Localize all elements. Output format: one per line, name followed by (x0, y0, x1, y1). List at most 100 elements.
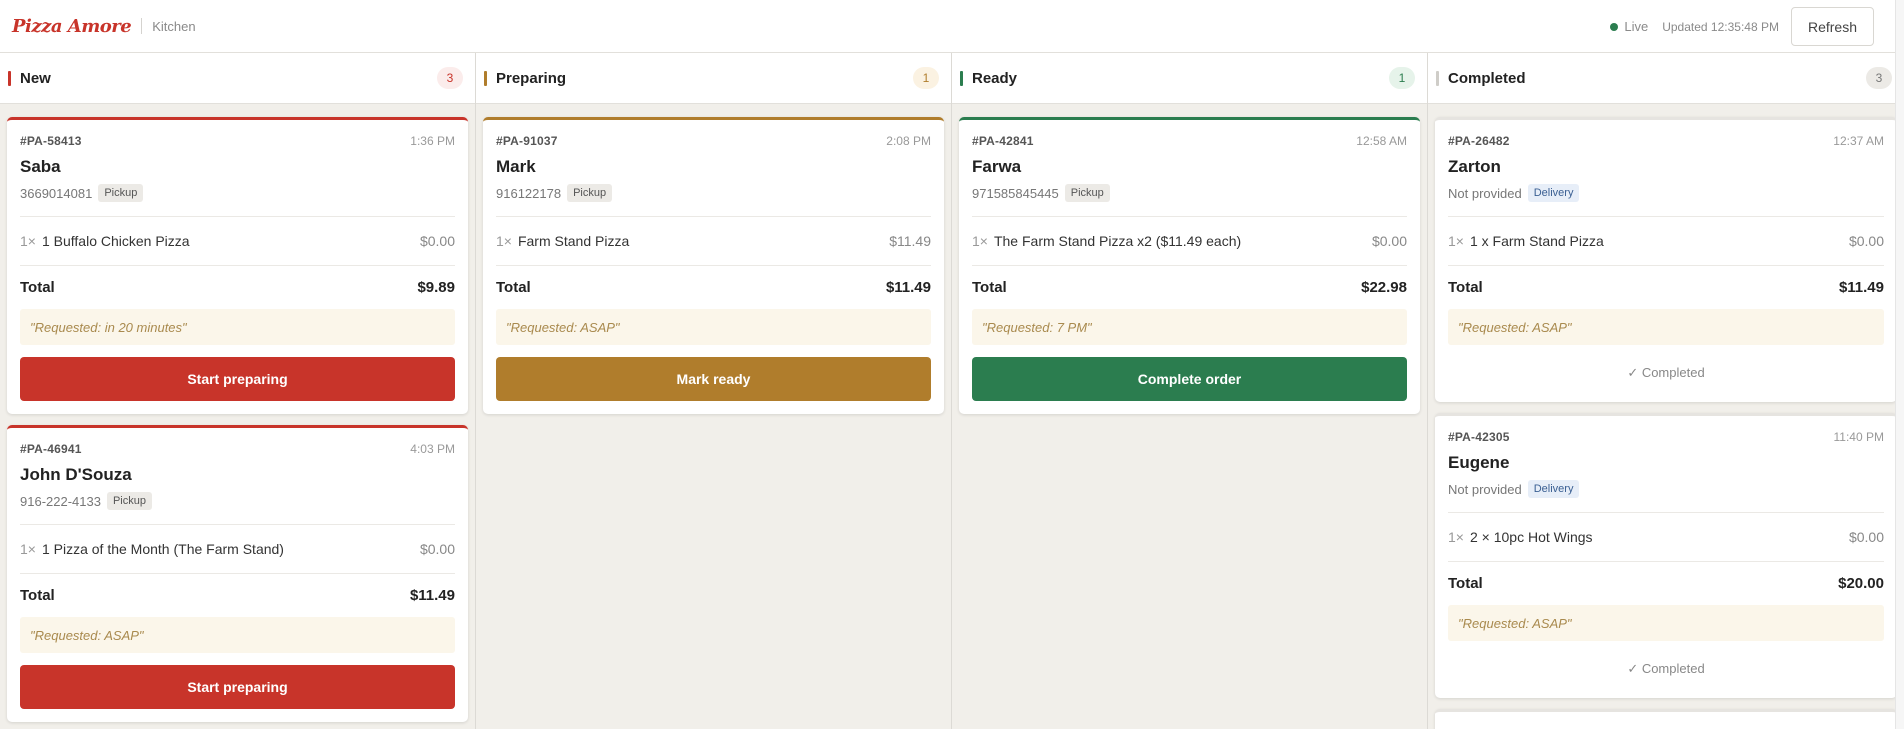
total-amount: $22.98 (1361, 279, 1407, 296)
column-count-badge: 1 (1389, 67, 1415, 89)
item-name: The Farm Stand Pizza x2 ($11.49 each) (993, 233, 1242, 249)
order-card: #PA-42841 12:58 AM Farwa 971585845445 Pi… (959, 117, 1420, 414)
order-id: #PA-42841 (972, 134, 1034, 148)
total-amount: $11.49 (885, 279, 931, 296)
order-item: 1× 1 Buffalo Chicken Pizza $0.00 (20, 217, 455, 266)
order-time: 12:37 AM (1833, 134, 1884, 148)
column-ready: Ready 1 #PA-42841 12:58 AM Farwa 9715858… (952, 53, 1428, 729)
order-type-badge: Pickup (567, 184, 613, 202)
customer-phone: Not provided (1448, 481, 1522, 497)
column-count-badge: 3 (437, 67, 463, 89)
total-amount: $11.49 (409, 587, 455, 604)
item-price: $0.00 (1371, 233, 1407, 249)
live-indicator-icon (1610, 22, 1619, 31)
column-color-bar (8, 70, 11, 86)
order-time: 2:08 PM (886, 134, 931, 148)
order-item: 1× The Farm Stand Pizza x2 ($11.49 each) … (972, 217, 1407, 266)
order-board: New 3 #PA-58413 1:36 PM Saba 3669014081 … (0, 53, 1904, 729)
order-card: #PA-46941 4:03 PM John D'Souza 916-222-4… (7, 425, 468, 722)
customer-phone: Not provided (1448, 185, 1522, 201)
total-label: Total (972, 279, 1007, 296)
order-type-badge: Pickup (98, 184, 144, 202)
order-note: "Requested: ASAP" (496, 309, 931, 345)
order-time: 1:36 PM (410, 134, 455, 148)
item-quantity: 1× (20, 233, 36, 249)
column-completed: Completed 3 #PA-26482 12:37 AM Zarton No… (1428, 53, 1904, 729)
column-title: Ready (972, 69, 1018, 87)
item-quantity: 1× (1448, 233, 1464, 249)
order-total: Total $11.49 (1448, 266, 1884, 309)
column-count-badge: 1 (913, 67, 939, 89)
order-note: "Requested: ASAP" (1448, 605, 1884, 641)
column-title: Preparing (496, 69, 567, 87)
order-card (1435, 709, 1897, 729)
top-bar: Pizza Amore Kitchen Live Updated 12:35:4… (0, 0, 1904, 53)
column-count-badge: 3 (1866, 67, 1892, 89)
complete-order-button[interactable]: Complete order (972, 357, 1407, 401)
column-header: Preparing 1 (476, 53, 951, 104)
order-total: Total $11.49 (496, 266, 931, 309)
completed-status: ✓ Completed (1627, 661, 1705, 676)
total-label: Total (496, 279, 531, 296)
page-scrollbar[interactable] (1895, 0, 1904, 729)
total-label: Total (20, 587, 55, 604)
customer-name: Farwa (972, 157, 1022, 176)
order-card: #PA-91037 2:08 PM Mark 916122178 Pickup … (483, 117, 944, 414)
order-note: "Requested: 7 PM" (972, 309, 1407, 345)
total-label: Total (20, 279, 55, 296)
order-type-badge: Delivery (1527, 480, 1580, 498)
column-header: Ready 1 (952, 53, 1427, 104)
item-quantity: 1× (496, 233, 512, 249)
customer-name: Saba (20, 157, 61, 176)
total-label: Total (1448, 279, 1483, 296)
order-time: 11:40 PM (1833, 430, 1884, 444)
refresh-button[interactable]: Refresh (1790, 7, 1874, 46)
order-id: #PA-91037 (496, 134, 558, 148)
item-price: $11.49 (889, 233, 931, 249)
customer-phone: 916122178 (496, 185, 562, 201)
order-total: Total $9.89 (20, 266, 455, 309)
column-header: New 3 (0, 53, 475, 104)
order-type-badge: Delivery (1527, 184, 1580, 202)
total-label: Total (1448, 575, 1483, 592)
order-time: 4:03 PM (410, 442, 455, 456)
customer-phone: 971585845445 (972, 185, 1059, 201)
completed-status: ✓ Completed (1627, 365, 1705, 380)
order-note: "Requested: ASAP" (1448, 309, 1884, 345)
item-name: 2 × 10pc Hot Wings (1469, 529, 1593, 545)
item-quantity: 1× (972, 233, 988, 249)
total-amount: $20.00 (1838, 575, 1884, 592)
customer-name: Mark (496, 157, 536, 176)
total-amount: $9.89 (417, 279, 455, 296)
item-price: $0.00 (1848, 529, 1884, 545)
item-name: Farm Stand Pizza (517, 233, 630, 249)
order-id: #PA-42305 (1448, 430, 1510, 444)
order-note: "Requested: in 20 minutes" (20, 309, 455, 345)
start-preparing-button[interactable]: Start preparing (20, 665, 455, 709)
customer-name: Eugene (1448, 453, 1510, 472)
mark-ready-button[interactable]: Mark ready (496, 357, 931, 401)
brand-divider (141, 18, 143, 34)
start-preparing-button[interactable]: Start preparing (20, 357, 455, 401)
order-item: 1× Farm Stand Pizza $11.49 (496, 217, 931, 266)
item-quantity: 1× (1448, 529, 1464, 545)
item-name: 1 Pizza of the Month (The Farm Stand) (41, 541, 284, 557)
item-price: $0.00 (419, 541, 455, 557)
item-price: $0.00 (419, 233, 455, 249)
order-item: 1× 1 x Farm Stand Pizza $0.00 (1448, 217, 1884, 266)
order-card: #PA-58413 1:36 PM Saba 3669014081 Pickup… (7, 117, 468, 414)
column-header: Completed 3 (1428, 53, 1904, 104)
last-updated: Updated 12:35:48 PM (1662, 19, 1779, 34)
column-color-bar (1436, 70, 1439, 86)
item-price: $0.00 (1848, 233, 1884, 249)
order-card: #PA-42305 11:40 PM Eugene Not provided D… (1435, 413, 1897, 698)
column-title: Completed (1448, 69, 1526, 87)
order-card: #PA-26482 12:37 AM Zarton Not provided D… (1435, 117, 1897, 402)
column-new: New 3 #PA-58413 1:36 PM Saba 3669014081 … (0, 53, 476, 729)
item-quantity: 1× (20, 541, 36, 557)
order-time: 12:58 AM (1356, 134, 1407, 148)
order-total: Total $11.49 (20, 574, 455, 617)
column-title: New (20, 69, 51, 87)
order-type-badge: Pickup (106, 492, 152, 510)
item-name: 1 x Farm Stand Pizza (1469, 233, 1604, 249)
